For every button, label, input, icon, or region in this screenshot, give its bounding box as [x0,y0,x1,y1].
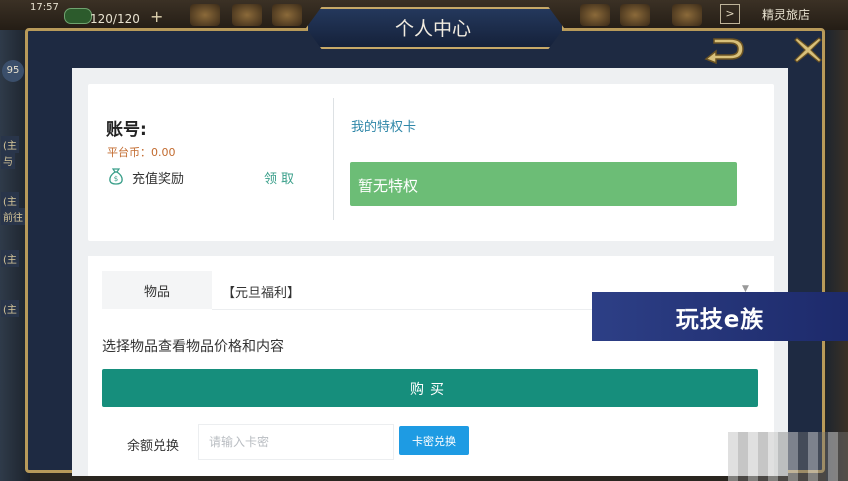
level-badge: 95 [2,60,24,82]
return-arrow-icon[interactable] [700,35,748,67]
side-quest-label: (主 [1,300,19,317]
platform-coins: 平台币：0.00 [107,146,176,159]
card-code-input[interactable] [198,424,394,460]
game-menu-icon[interactable] [272,4,302,26]
side-quest-label: (主 [1,250,19,267]
balance-exchange-label: 余额兑换 [127,439,180,454]
game-menu-icon[interactable] [672,4,702,26]
side-quest-label: (主 [1,136,19,153]
money-bag-icon: $ [109,168,123,185]
watermark-logo: 玩技e族 [675,307,765,333]
privilege-card-link[interactable]: 我的特权卡 [351,116,416,135]
privilege-status: 暂无特权 [358,177,419,195]
mosaic-blur [728,432,848,481]
side-quest-label: 与 [1,152,15,169]
stamina-count: 120/120 [90,12,140,26]
stamina-icon [64,8,92,24]
side-quest-label: (主 [1,192,19,209]
dialog-title: 个人中心 [394,18,471,40]
recharge-reward-label: 充值奖励 [132,172,185,187]
buy-button-label: 购买 [410,382,450,398]
side-quest-label: 前往 [1,208,25,225]
divider [333,98,334,220]
add-stamina-button[interactable]: + [150,7,163,26]
clock-text: 17:57 [30,2,59,13]
game-right-panel [826,30,848,481]
redeem-card-button[interactable]: 卡密兑换 [399,426,469,455]
svg-text:$: $ [114,175,118,183]
expand-button[interactable]: > [720,4,740,24]
account-label: 账号: [106,120,147,140]
game-menu-icon[interactable] [620,4,650,26]
game-menu-icon[interactable] [190,4,220,26]
claim-link[interactable]: 领取 [264,168,298,187]
item-hint: 选择物品查看物品价格和内容 [102,339,284,355]
game-menu-icon[interactable] [580,4,610,26]
close-x-icon[interactable] [792,34,824,66]
game-menu-icon[interactable] [232,4,262,26]
inn-label[interactable]: 精灵旅店 [762,6,810,23]
item-select-value: 【元旦福利】 [222,286,301,301]
item-tab-label: 物品 [143,285,170,300]
